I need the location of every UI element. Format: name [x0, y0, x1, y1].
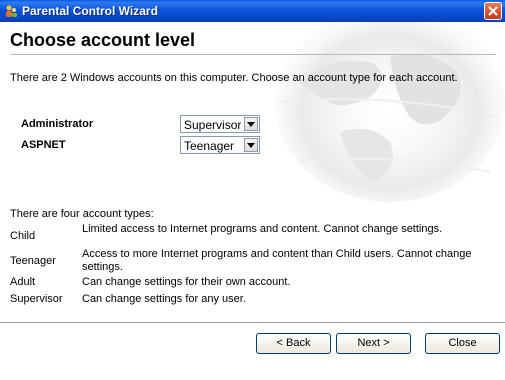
type-desc-supervisor: Can change settings for any user. [82, 293, 246, 305]
heading-divider [10, 54, 496, 55]
close-window-button[interactable] [484, 2, 502, 20]
type-desc-adult: Can change settings for their own accoun… [82, 276, 291, 288]
account-types-header: There are four account types: [10, 208, 154, 220]
window-title: Parental Control Wizard [22, 4, 158, 18]
page-heading: Choose account level [10, 30, 196, 50]
type-name-child: Child [10, 230, 36, 242]
type-name-supervisor: Supervisor [10, 293, 63, 305]
intro-text: There are 2 Windows accounts on this com… [10, 72, 458, 84]
account-name-administrator: Administrator [21, 118, 94, 130]
globe-watermark [275, 22, 505, 202]
account-level-select-aspnet[interactable]: Teenager [180, 136, 260, 154]
title-bar: Parental Control Wizard [0, 0, 505, 22]
account-level-value: Teenager [184, 139, 235, 153]
next-button[interactable]: Next > [336, 333, 411, 354]
type-name-teenager: Teenager [10, 255, 56, 267]
wizard-content: Choose account level There are 2 Windows… [0, 22, 505, 380]
close-button[interactable]: Close [425, 333, 500, 354]
back-button[interactable]: < Back [256, 333, 331, 354]
type-desc-teenager: Access to more Internet programs and con… [82, 248, 472, 273]
parental-control-icon [4, 4, 18, 18]
account-name-aspnet: ASPNET [21, 139, 66, 151]
chevron-down-icon[interactable] [244, 117, 258, 131]
footer-divider-highlight [0, 323, 505, 324]
type-name-adult: Adult [10, 276, 36, 288]
type-desc-child: Limited access to Internet programs and … [82, 223, 443, 235]
account-level-value: Supervisor [184, 118, 242, 132]
account-level-select-administrator[interactable]: Supervisor [180, 115, 260, 133]
chevron-down-icon[interactable] [244, 138, 258, 152]
